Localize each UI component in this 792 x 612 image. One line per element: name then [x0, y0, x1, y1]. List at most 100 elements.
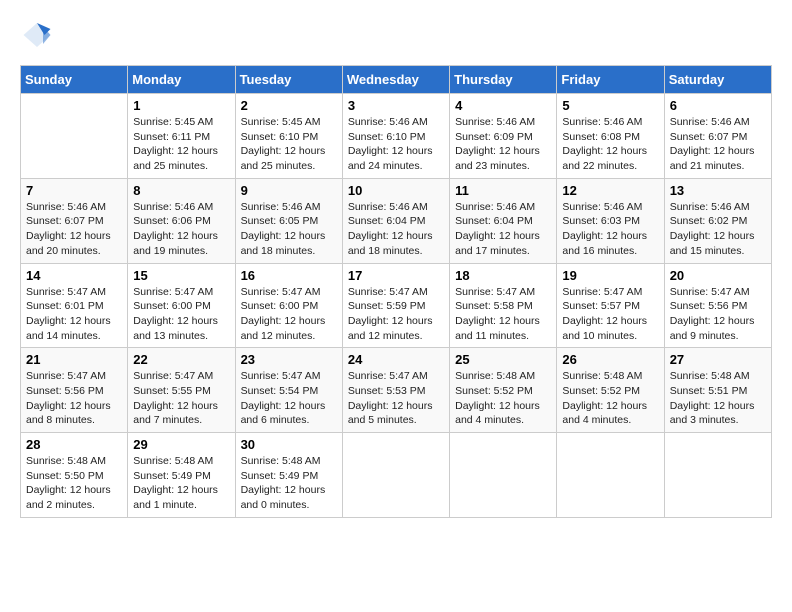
calendar-cell: [21, 94, 128, 179]
day-info: Sunrise: 5:47 AM Sunset: 6:01 PM Dayligh…: [26, 285, 122, 344]
day-info: Sunrise: 5:47 AM Sunset: 5:56 PM Dayligh…: [670, 285, 766, 344]
day-number: 26: [562, 352, 658, 367]
day-info: Sunrise: 5:47 AM Sunset: 5:58 PM Dayligh…: [455, 285, 551, 344]
calendar-cell: 3Sunrise: 5:46 AM Sunset: 6:10 PM Daylig…: [342, 94, 449, 179]
calendar-cell: 30 Sunrise: 5:48 AM Sunset: 5:49 PM Dayli…: [235, 433, 342, 518]
calendar-cell: 8 Sunrise: 5:46 AM Sunset: 6:06 PM Daylig…: [128, 178, 235, 263]
day-number: 27: [670, 352, 766, 367]
day-info: Sunrise: 5:47 AM Sunset: 5:53 PM Dayligh…: [348, 369, 444, 428]
day-number: 14: [26, 268, 122, 283]
day-number: 23: [241, 352, 337, 367]
day-number: 11: [455, 183, 551, 198]
day-info: Sunrise: 5:46 AM Sunset: 6:09 PM Dayligh…: [455, 115, 551, 174]
calendar-cell: [557, 433, 664, 518]
day-number: 22: [133, 352, 229, 367]
day-info: Sunrise: 5:47 AM Sunset: 5:59 PM Dayligh…: [348, 285, 444, 344]
day-number: 10: [348, 183, 444, 198]
day-info: Sunrise: 5:47 AM Sunset: 5:56 PM Dayligh…: [26, 369, 122, 428]
calendar-cell: 28 Sunrise: 5:48 AM Sunset: 5:50 PM Dayli…: [21, 433, 128, 518]
header-tuesday: Tuesday: [235, 66, 342, 94]
calendar-cell: 11Sunrise: 5:46 AM Sunset: 6:04 PM Dayli…: [450, 178, 557, 263]
header-saturday: Saturday: [664, 66, 771, 94]
day-info: Sunrise: 5:47 AM Sunset: 5:57 PM Dayligh…: [562, 285, 658, 344]
calendar-cell: 7 Sunrise: 5:46 AM Sunset: 6:07 PM Daylig…: [21, 178, 128, 263]
calendar-cell: 20 Sunrise: 5:47 AM Sunset: 5:56 PM Dayli…: [664, 263, 771, 348]
day-info: Sunrise: 5:46 AM Sunset: 6:08 PM Dayligh…: [562, 115, 658, 174]
day-info: Sunrise: 5:46 AM Sunset: 6:06 PM Dayligh…: [133, 200, 229, 259]
day-number: 18: [455, 268, 551, 283]
calendar-cell: 1 Sunrise: 5:45 AM Sunset: 6:11 PM Daylig…: [128, 94, 235, 179]
header-friday: Friday: [557, 66, 664, 94]
day-number: 1: [133, 98, 229, 113]
calendar-cell: 17 Sunrise: 5:47 AM Sunset: 5:59 PM Dayli…: [342, 263, 449, 348]
day-info: Sunrise: 5:46 AM Sunset: 6:07 PM Dayligh…: [670, 115, 766, 174]
calendar-cell: 27 Sunrise: 5:48 AM Sunset: 5:51 PM Dayli…: [664, 348, 771, 433]
header-thursday: Thursday: [450, 66, 557, 94]
day-number: 12: [562, 183, 658, 198]
day-number: 15: [133, 268, 229, 283]
day-number: 30: [241, 437, 337, 452]
day-info: Sunrise: 5:46 AM Sunset: 6:07 PM Dayligh…: [26, 200, 122, 259]
day-info: Sunrise: 5:45 AM Sunset: 6:11 PM Dayligh…: [133, 115, 229, 174]
calendar-cell: 13 Sunrise: 5:46 AM Sunset: 6:02 PM Dayli…: [664, 178, 771, 263]
logo: [20, 20, 52, 55]
calendar-cell: 24 Sunrise: 5:47 AM Sunset: 5:53 PM Dayli…: [342, 348, 449, 433]
day-number: 13: [670, 183, 766, 198]
calendar-cell: 9 Sunrise: 5:46 AM Sunset: 6:05 PM Daylig…: [235, 178, 342, 263]
calendar-cell: 5Sunrise: 5:46 AM Sunset: 6:08 PM Daylig…: [557, 94, 664, 179]
day-number: 4: [455, 98, 551, 113]
day-info: Sunrise: 5:47 AM Sunset: 5:55 PM Dayligh…: [133, 369, 229, 428]
day-info: Sunrise: 5:46 AM Sunset: 6:02 PM Dayligh…: [670, 200, 766, 259]
day-info: Sunrise: 5:47 AM Sunset: 6:00 PM Dayligh…: [241, 285, 337, 344]
header-sunday: Sunday: [21, 66, 128, 94]
calendar-cell: [342, 433, 449, 518]
calendar-cell: [450, 433, 557, 518]
day-number: 8: [133, 183, 229, 198]
day-info: Sunrise: 5:48 AM Sunset: 5:51 PM Dayligh…: [670, 369, 766, 428]
week-row-2: 7 Sunrise: 5:46 AM Sunset: 6:07 PM Daylig…: [21, 178, 772, 263]
day-number: 9: [241, 183, 337, 198]
calendar-cell: 29 Sunrise: 5:48 AM Sunset: 5:49 PM Dayli…: [128, 433, 235, 518]
day-number: 20: [670, 268, 766, 283]
day-info: Sunrise: 5:48 AM Sunset: 5:52 PM Dayligh…: [562, 369, 658, 428]
day-info: Sunrise: 5:48 AM Sunset: 5:50 PM Dayligh…: [26, 454, 122, 513]
day-number: 17: [348, 268, 444, 283]
page-header: [20, 20, 772, 55]
logo-icon: [22, 20, 52, 50]
day-info: Sunrise: 5:46 AM Sunset: 6:03 PM Dayligh…: [562, 200, 658, 259]
day-info: Sunrise: 5:46 AM Sunset: 6:04 PM Dayligh…: [348, 200, 444, 259]
calendar-cell: 10 Sunrise: 5:46 AM Sunset: 6:04 PM Dayli…: [342, 178, 449, 263]
calendar-cell: 25Sunrise: 5:48 AM Sunset: 5:52 PM Dayli…: [450, 348, 557, 433]
day-info: Sunrise: 5:46 AM Sunset: 6:10 PM Dayligh…: [348, 115, 444, 174]
day-number: 19: [562, 268, 658, 283]
calendar-cell: 6 Sunrise: 5:46 AM Sunset: 6:07 PM Daylig…: [664, 94, 771, 179]
week-row-4: 21 Sunrise: 5:47 AM Sunset: 5:56 PM Dayli…: [21, 348, 772, 433]
day-info: Sunrise: 5:46 AM Sunset: 6:05 PM Dayligh…: [241, 200, 337, 259]
day-info: Sunrise: 5:48 AM Sunset: 5:49 PM Dayligh…: [133, 454, 229, 513]
calendar-cell: 22 Sunrise: 5:47 AM Sunset: 5:55 PM Dayli…: [128, 348, 235, 433]
header-wednesday: Wednesday: [342, 66, 449, 94]
day-number: 16: [241, 268, 337, 283]
header-monday: Monday: [128, 66, 235, 94]
week-row-1: 1 Sunrise: 5:45 AM Sunset: 6:11 PM Daylig…: [21, 94, 772, 179]
calendar-cell: 21 Sunrise: 5:47 AM Sunset: 5:56 PM Dayli…: [21, 348, 128, 433]
calendar-cell: 4 Sunrise: 5:46 AM Sunset: 6:09 PM Daylig…: [450, 94, 557, 179]
week-row-5: 28 Sunrise: 5:48 AM Sunset: 5:50 PM Dayli…: [21, 433, 772, 518]
day-number: 6: [670, 98, 766, 113]
calendar-table: SundayMondayTuesdayWednesdayThursdayFrid…: [20, 65, 772, 518]
day-number: 24: [348, 352, 444, 367]
day-info: Sunrise: 5:47 AM Sunset: 5:54 PM Dayligh…: [241, 369, 337, 428]
calendar-cell: 26 Sunrise: 5:48 AM Sunset: 5:52 PM Dayli…: [557, 348, 664, 433]
day-number: 28: [26, 437, 122, 452]
day-number: 29: [133, 437, 229, 452]
calendar-cell: 19 Sunrise: 5:47 AM Sunset: 5:57 PM Dayli…: [557, 263, 664, 348]
calendar-cell: 14 Sunrise: 5:47 AM Sunset: 6:01 PM Dayli…: [21, 263, 128, 348]
calendar-header-row: SundayMondayTuesdayWednesdayThursdayFrid…: [21, 66, 772, 94]
day-info: Sunrise: 5:48 AM Sunset: 5:52 PM Dayligh…: [455, 369, 551, 428]
day-info: Sunrise: 5:45 AM Sunset: 6:10 PM Dayligh…: [241, 115, 337, 174]
day-info: Sunrise: 5:48 AM Sunset: 5:49 PM Dayligh…: [241, 454, 337, 513]
day-number: 21: [26, 352, 122, 367]
day-info: Sunrise: 5:47 AM Sunset: 6:00 PM Dayligh…: [133, 285, 229, 344]
calendar-cell: 2Sunrise: 5:45 AM Sunset: 6:10 PM Daylig…: [235, 94, 342, 179]
day-number: 7: [26, 183, 122, 198]
